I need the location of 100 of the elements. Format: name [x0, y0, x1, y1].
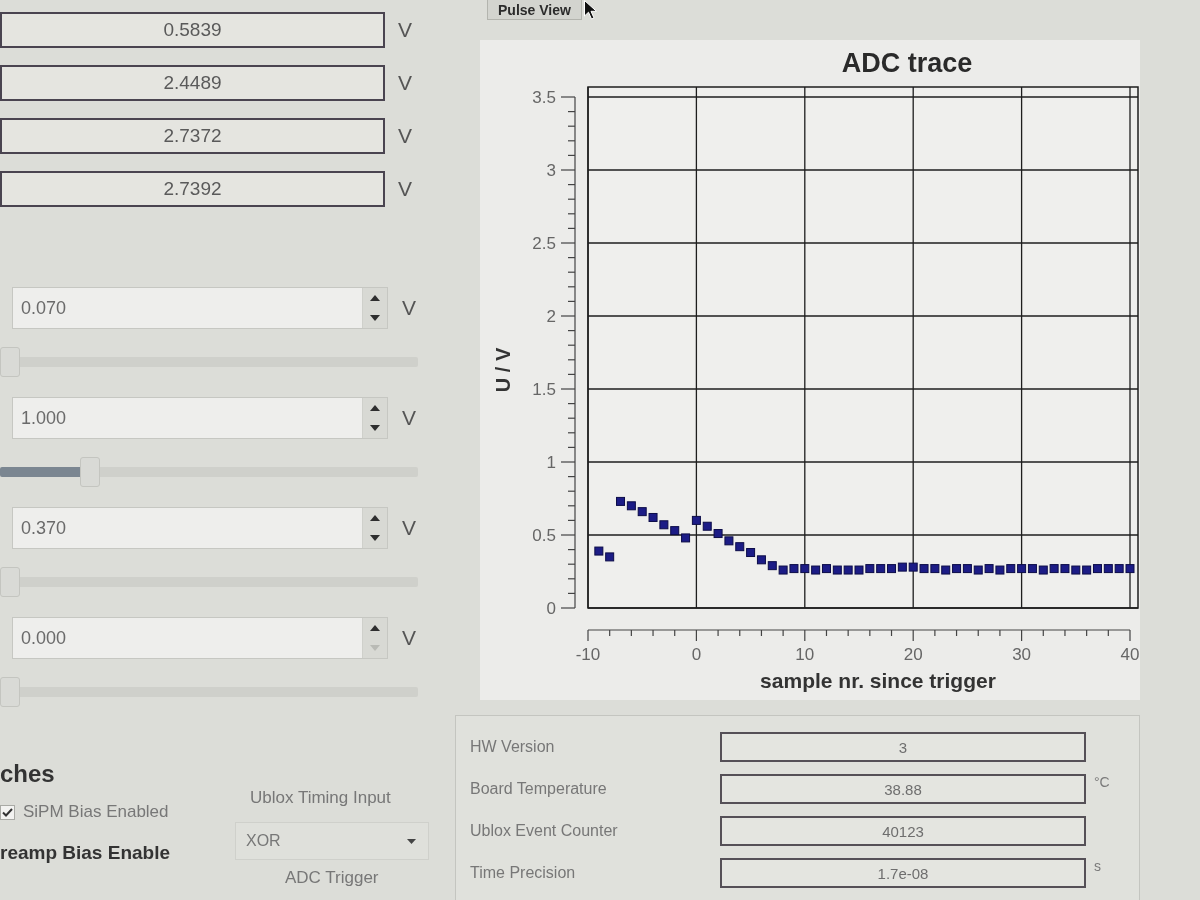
field-label: ADC Trigger	[285, 868, 380, 888]
data-point	[1071, 565, 1081, 575]
readout-field: 0.5839	[0, 12, 385, 48]
checkbox[interactable]	[0, 804, 15, 820]
readout-field: 3	[720, 732, 1086, 762]
data-point	[1038, 565, 1048, 575]
data-point	[746, 548, 756, 557]
caret-up-icon	[370, 515, 380, 521]
data-point	[616, 496, 625, 506]
readout-field: 2.4489	[0, 65, 385, 101]
readout-field: 38.88	[720, 774, 1086, 804]
slider-track[interactable]	[0, 347, 418, 377]
data-point	[832, 565, 842, 575]
field-label: Ublox Timing Input	[250, 788, 392, 808]
x-axis-label: sample nr. since trigger	[760, 669, 996, 692]
data-point	[670, 526, 680, 536]
data-point	[1017, 564, 1027, 574]
unit-label: V	[398, 71, 412, 95]
data-point	[930, 564, 940, 574]
data-point	[952, 564, 962, 574]
mouse-pointer-icon	[583, 0, 597, 20]
data-point	[1125, 564, 1135, 574]
unit-label: V	[402, 296, 416, 320]
data-point	[648, 513, 658, 522]
tick-label: 10	[795, 645, 815, 664]
data-point	[1082, 565, 1092, 575]
spin-box[interactable]: 0.070	[12, 287, 388, 329]
data-point	[637, 507, 647, 517]
slider-track[interactable]	[0, 567, 418, 597]
field-label: Board Temperature	[470, 780, 608, 798]
unit-label: V	[402, 516, 416, 540]
data-point	[1049, 564, 1059, 574]
tick-label: 0	[546, 599, 556, 618]
data-point	[1027, 564, 1037, 574]
y-axis-label: U / V	[492, 347, 514, 393]
section-heading: ches	[0, 760, 56, 788]
unit-label: V	[402, 626, 416, 650]
slider-handle[interactable]	[0, 677, 20, 707]
slider-track[interactable]	[0, 457, 418, 487]
data-point	[756, 555, 766, 565]
slider-handle[interactable]	[80, 457, 100, 487]
readout-field: 40123	[720, 816, 1086, 846]
caret-down-icon	[370, 425, 380, 431]
field-label: HW Version	[470, 738, 556, 756]
readout-field: 2.7372	[0, 118, 385, 154]
section-label: reamp Bias Enable	[0, 842, 172, 864]
chart-title: ADC trace	[841, 48, 973, 78]
data-point	[724, 536, 734, 546]
unit-label: V	[402, 406, 416, 430]
data-point	[908, 562, 918, 572]
spin-box[interactable]: 0.370	[12, 507, 388, 549]
slider-handle[interactable]	[0, 347, 20, 377]
data-point	[984, 564, 994, 574]
data-point	[594, 546, 604, 556]
data-point	[887, 564, 896, 574]
data-point	[1114, 564, 1124, 574]
data-point	[1006, 564, 1016, 574]
data-point	[941, 565, 951, 575]
data-point	[691, 515, 701, 525]
data-point	[843, 565, 853, 575]
unit-label: V	[398, 177, 412, 201]
data-point	[811, 565, 821, 575]
data-point	[1093, 564, 1102, 574]
caret-down-icon	[370, 315, 380, 321]
dropdown[interactable]: XOR	[235, 822, 429, 860]
caret-down-icon	[370, 535, 380, 541]
field-label: Ublox Event Counter	[470, 822, 619, 840]
tick-label: 0	[691, 645, 702, 664]
field-label: Time Precision	[470, 864, 577, 882]
data-point	[962, 564, 972, 574]
tick-label: -10	[575, 645, 601, 664]
unit-label: °C	[1094, 774, 1110, 790]
data-point	[626, 501, 636, 511]
spin-box[interactable]: 1.000	[12, 397, 388, 439]
data-point	[659, 520, 669, 530]
tick-label: 20	[903, 645, 923, 664]
data-point	[919, 564, 929, 574]
tick-label: 40	[1120, 645, 1140, 664]
spin-box[interactable]: 0.000	[12, 617, 388, 659]
checkbox-label: SiPM Bias Enabled	[23, 802, 169, 822]
tick-label: 1	[546, 453, 556, 472]
data-point	[865, 564, 875, 574]
tick-label: 30	[1012, 645, 1032, 664]
tick-label: 0.5	[532, 526, 556, 545]
slider-track[interactable]	[0, 677, 418, 707]
tick-label: 3.5	[532, 88, 556, 107]
data-point	[1103, 564, 1113, 574]
slider-handle[interactable]	[0, 567, 20, 597]
data-point	[789, 564, 799, 574]
readout-field: 2.7392	[0, 171, 385, 207]
tick-label: 2	[546, 307, 556, 326]
data-point	[822, 564, 831, 574]
data-point	[767, 561, 777, 571]
data-point	[735, 542, 745, 552]
tick-label: 1.5	[532, 380, 556, 399]
data-point	[995, 565, 1005, 575]
readout-field: 1.7e-08	[720, 858, 1086, 888]
data-point	[702, 521, 712, 531]
caret-up-icon	[370, 405, 380, 411]
tab[interactable]: Pulse View	[487, 0, 582, 20]
